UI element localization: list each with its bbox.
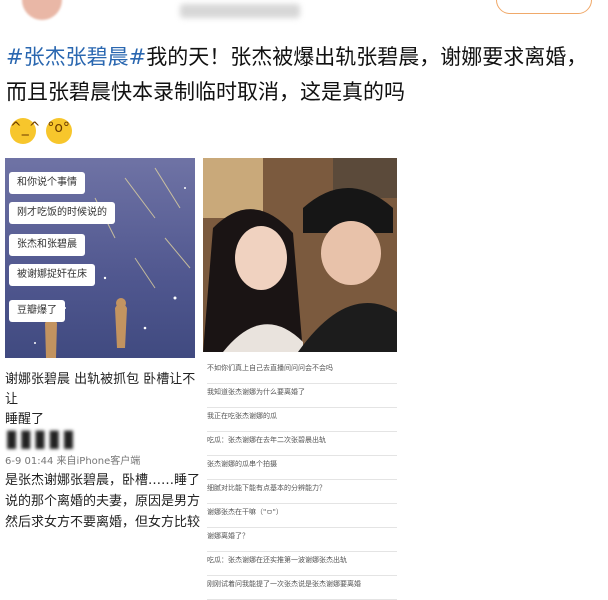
- post-text: #张杰张碧晨#我的天！张杰被爆出轨张碧晨，谢娜要求离婚，而且张碧晨快本录制临时取…: [6, 40, 602, 110]
- emoji-row: ^_^ °o°: [10, 118, 74, 150]
- post-line: 说的那个离婚的夫妻，原因是男方: [5, 494, 200, 509]
- comment-item[interactable]: 刚刚试着问我能提了一次张杰说是张杰谢娜要离婚: [207, 576, 397, 600]
- chat-screenshot-image[interactable]: 和你说个事情 刚才吃饭的时候说的 张杰和张碧晨 被谢娜捉奸在床 豆瓣爆了: [5, 158, 195, 358]
- chat-bubble: 豆瓣爆了: [9, 300, 65, 322]
- couple-photo-image[interactable]: [203, 158, 397, 352]
- comment-item[interactable]: 吃瓜：张杰谢娜在还实推第一波谢娜张杰出轨: [207, 552, 397, 576]
- shocked-emoji-icon: °o°: [45, 118, 72, 144]
- left-post-body: 是张杰谢娜张碧晨，卧槽……睡了先 说的那个离婚的夫妻，原因是男方 然后求女方不要…: [5, 470, 200, 533]
- blurred-username: [180, 4, 300, 18]
- username-blurred: ▮▮▮▮▮: [5, 424, 77, 452]
- hashtag-link[interactable]: #张杰张碧晨#: [6, 45, 146, 69]
- follow-button[interactable]: [496, 0, 592, 14]
- chat-bubble: 张杰和张碧晨: [9, 234, 85, 256]
- comment-item[interactable]: 不如你们真上自己去直播间问问会不会吗: [207, 360, 397, 384]
- comment-item[interactable]: 谢娜离婚了？: [207, 528, 397, 552]
- image-caption: 谢娜张碧晨 出轨被抓包 卧槽让不让 睡醒了: [5, 370, 200, 430]
- user-avatar[interactable]: [22, 0, 62, 20]
- couple-photo: [203, 158, 397, 352]
- post-line: 是张杰谢娜张碧晨，卧槽……睡了先: [5, 473, 200, 488]
- post-header: [0, 0, 608, 28]
- post-line: 然后求女方不要离婚，但女方比较: [5, 515, 200, 530]
- comment-item[interactable]: 我正在吃张杰谢娜的瓜: [207, 408, 397, 432]
- comment-item[interactable]: 细腻对比能下能有点基本的分辨能力？: [207, 480, 397, 504]
- blurred-user-name: ▮▮▮▮▮: [5, 424, 200, 452]
- chat-bubble: 和你说个事情: [9, 172, 85, 194]
- caption-line: 谢娜张碧晨 出轨被抓包 卧槽让不让: [5, 372, 196, 407]
- chat-bubble: 被谢娜捉奸在床: [9, 264, 95, 286]
- comment-list: 不如你们真上自己去直播间问问会不会吗 我知道张杰谢娜为什么要离婚了 我正在吃张杰…: [207, 360, 397, 600]
- comment-item[interactable]: 吃瓜：张杰谢娜在去年二次张碧晨出轨: [207, 432, 397, 456]
- comment-item[interactable]: 谢娜张杰在干嘛（"ㅁ"）: [207, 504, 397, 528]
- grinning-sweat-emoji-icon: ^_^: [10, 118, 40, 144]
- comment-item[interactable]: 张杰谢娜的瓜串个拍摄: [207, 456, 397, 480]
- comment-item[interactable]: 我知道张杰谢娜为什么要离婚了: [207, 384, 397, 408]
- chat-bubble: 刚才吃饭的时候说的: [9, 202, 115, 224]
- post-meta: 6-9 01:44 来自iPhone客户端: [5, 456, 141, 467]
